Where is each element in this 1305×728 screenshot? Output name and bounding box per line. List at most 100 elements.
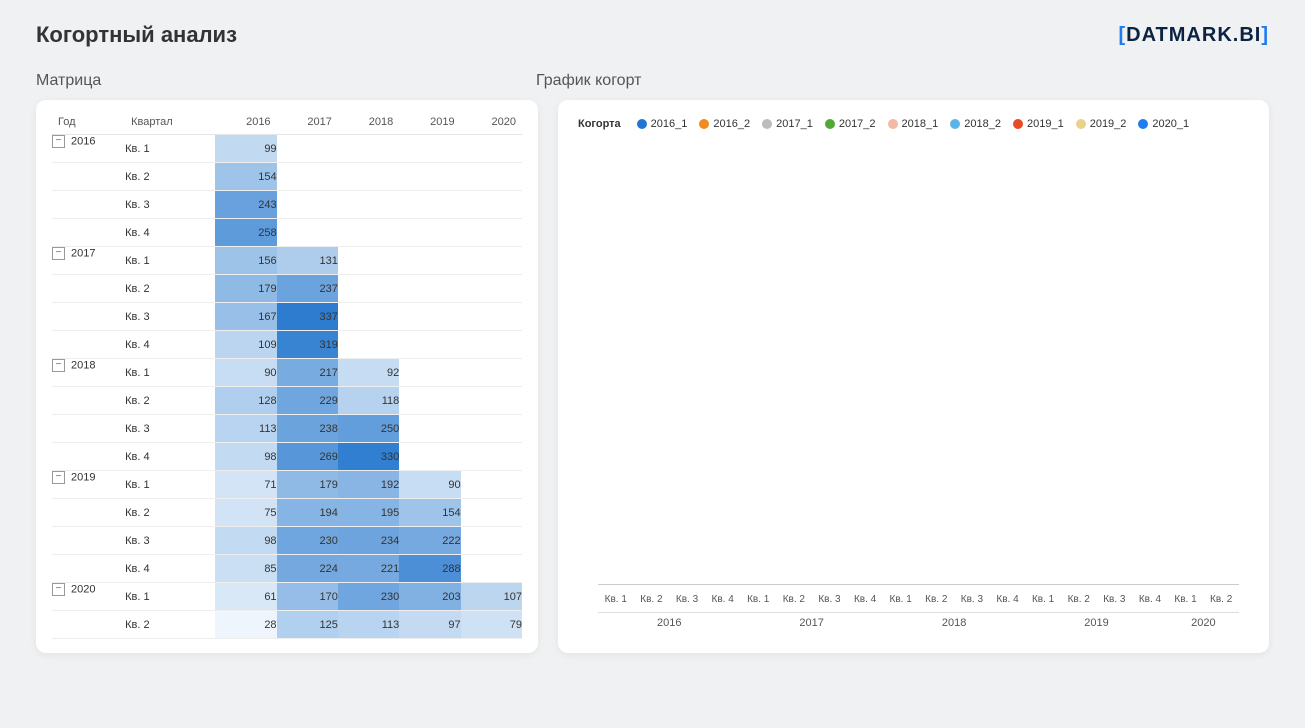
matrix-cell [277, 135, 338, 163]
matrix-cell: 229 [277, 387, 338, 415]
legend-swatch [888, 119, 898, 129]
col-header: Квартал [125, 110, 215, 135]
matrix-cell [277, 163, 338, 191]
legend-item[interactable]: 2018_2 [950, 118, 1001, 130]
col-header: Год [52, 110, 125, 135]
quarter-label: Кв. 1 [125, 471, 215, 499]
matrix-cell: 337 [277, 303, 338, 331]
collapse-icon[interactable]: − [52, 247, 65, 260]
col-header: 2018 [338, 110, 399, 135]
matrix-cell: 154 [399, 499, 460, 527]
legend-item[interactable]: 2018_1 [888, 118, 939, 130]
legend-item[interactable]: 2016_1 [637, 118, 688, 130]
table-row: Кв. 3243 [52, 191, 522, 219]
collapse-icon[interactable]: − [52, 359, 65, 372]
matrix-cell [399, 135, 460, 163]
matrix-cell [338, 163, 399, 191]
legend-item[interactable]: 2016_2 [699, 118, 750, 130]
quarter-label: Кв. 4 [125, 555, 215, 583]
matrix-cell [399, 275, 460, 303]
legend-text: 2019_2 [1090, 118, 1127, 130]
table-row: Кв. 4109319 [52, 331, 522, 359]
matrix-cell: 230 [277, 527, 338, 555]
matrix-cell [461, 331, 522, 359]
table-row: Кв. 3167337 [52, 303, 522, 331]
matrix-cell: 28 [215, 611, 276, 639]
axis-quarter-label: Кв. 4 [847, 594, 883, 605]
matrix-cell: 203 [399, 583, 460, 611]
quarter-label: Кв. 2 [125, 275, 215, 303]
matrix-cell: 98 [215, 527, 276, 555]
matrix-cell: 237 [277, 275, 338, 303]
table-row: Кв. 3113238250 [52, 415, 522, 443]
table-row: Кв. 2154 [52, 163, 522, 191]
axis-quarter-label: Кв. 1 [1168, 594, 1204, 605]
axis-year-label: 2016 [598, 612, 740, 629]
legend-item[interactable]: 2017_1 [762, 118, 813, 130]
legend-item[interactable]: 2019_1 [1013, 118, 1064, 130]
matrix-cell [399, 219, 460, 247]
chart-card: Когорта 2016_1 2016_2 2017_1 2017_2 2018_1 201… [558, 100, 1269, 653]
table-row: Кв. 398230234222 [52, 527, 522, 555]
table-row: −2018Кв. 19021792 [52, 359, 522, 387]
matrix-cell [461, 191, 522, 219]
matrix-cell: 97 [399, 611, 460, 639]
year-label: 2018 [71, 359, 95, 371]
axis-quarter-label: Кв. 3 [954, 594, 990, 605]
quarter-label: Кв. 1 [125, 247, 215, 275]
axis-quarter-label: Кв. 2 [1061, 594, 1097, 605]
matrix-cell [461, 415, 522, 443]
matrix-cell [338, 275, 399, 303]
matrix-cell [399, 331, 460, 359]
matrix-cell [399, 303, 460, 331]
table-row: Кв. 4258 [52, 219, 522, 247]
table-row: Кв. 498269330 [52, 443, 522, 471]
legend-item[interactable]: 2017_2 [825, 118, 876, 130]
legend-text: 2016_1 [651, 118, 688, 130]
table-row: −2017Кв. 1156131 [52, 247, 522, 275]
matrix-cell: 179 [277, 471, 338, 499]
matrix-cell: 221 [338, 555, 399, 583]
matrix-cell [399, 163, 460, 191]
quarter-label: Кв. 3 [125, 527, 215, 555]
legend-swatch [1076, 119, 1086, 129]
legend-label: Когорта [578, 118, 621, 130]
legend-text: 2020_1 [1152, 118, 1189, 130]
axis-quarter-label: Кв. 4 [705, 594, 741, 605]
matrix-cell: 71 [215, 471, 276, 499]
legend-item[interactable]: 2019_2 [1076, 118, 1127, 130]
matrix-cell: 224 [277, 555, 338, 583]
quarter-label: Кв. 3 [125, 415, 215, 443]
legend-swatch [637, 119, 647, 129]
axis-quarter-label: Кв. 2 [634, 594, 670, 605]
matrix-cell: 170 [277, 583, 338, 611]
quarter-label: Кв. 4 [125, 331, 215, 359]
quarter-label: Кв. 4 [125, 219, 215, 247]
quarter-label: Кв. 2 [125, 163, 215, 191]
matrix-cell [461, 359, 522, 387]
collapse-icon[interactable]: − [52, 583, 65, 596]
axis-quarter-label: Кв. 1 [1025, 594, 1061, 605]
matrix-cell [461, 387, 522, 415]
axis-quarter-label: Кв. 1 [883, 594, 919, 605]
collapse-icon[interactable]: − [52, 471, 65, 484]
matrix-cell: 61 [215, 583, 276, 611]
matrix-cell: 288 [399, 555, 460, 583]
axis-quarter-label: Кв. 2 [776, 594, 812, 605]
matrix-cell: 258 [215, 219, 276, 247]
legend-item[interactable]: 2020_1 [1138, 118, 1189, 130]
matrix-cell [461, 555, 522, 583]
matrix-cell: 243 [215, 191, 276, 219]
matrix-cell: 269 [277, 443, 338, 471]
quarter-label: Кв. 1 [125, 359, 215, 387]
collapse-icon[interactable]: − [52, 135, 65, 148]
legend-swatch [825, 119, 835, 129]
table-row: −2020Кв. 161170230203107 [52, 583, 522, 611]
matrix-cell: 156 [215, 247, 276, 275]
matrix-cell: 118 [338, 387, 399, 415]
matrix-cell [461, 247, 522, 275]
matrix-cell: 107 [461, 583, 522, 611]
legend-swatch [762, 119, 772, 129]
matrix-cell: 128 [215, 387, 276, 415]
matrix-cell [399, 191, 460, 219]
